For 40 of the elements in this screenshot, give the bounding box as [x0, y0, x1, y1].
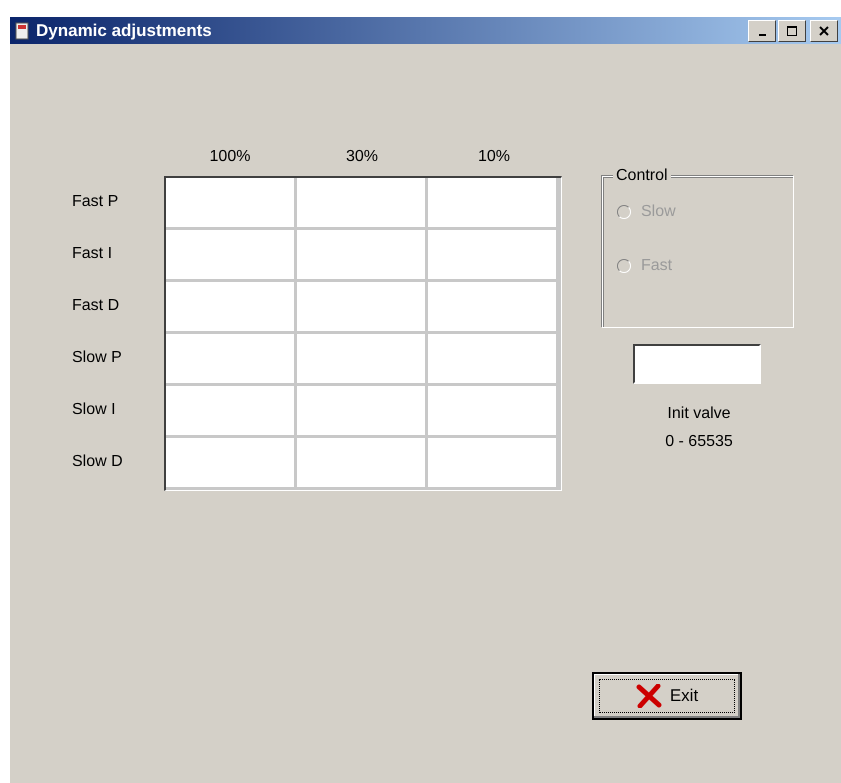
row-label: Fast I: [71, 244, 114, 264]
column-header: 100%: [208, 148, 252, 167]
grid-cell[interactable]: [297, 178, 425, 227]
grid-cell[interactable]: [297, 282, 425, 331]
maximize-icon: [786, 24, 798, 36]
column-header: 10%: [476, 148, 512, 167]
close-button[interactable]: [810, 20, 838, 42]
cross-icon: [636, 684, 662, 708]
grid-cell[interactable]: [166, 386, 294, 435]
grid-cell[interactable]: [166, 230, 294, 279]
grid-cell[interactable]: [166, 282, 294, 331]
grid-cell[interactable]: [428, 386, 556, 435]
app-icon: [14, 20, 30, 40]
row-label: Fast D: [71, 296, 120, 316]
grid-cell[interactable]: [428, 230, 556, 279]
init-valve-field[interactable]: [633, 344, 761, 384]
grid-cell[interactable]: [297, 386, 425, 435]
exit-button[interactable]: Exit: [592, 672, 742, 720]
minimize-button[interactable]: [748, 20, 776, 42]
grid-cell[interactable]: [297, 334, 425, 383]
row-label: Fast P: [71, 192, 120, 212]
grid-cell[interactable]: [428, 438, 556, 487]
grid-cell[interactable]: [428, 178, 556, 227]
window-title: Dynamic adjustments: [36, 20, 213, 40]
grid-cell[interactable]: [428, 334, 556, 383]
grid-cell[interactable]: [297, 230, 425, 279]
grid-cell[interactable]: [166, 438, 294, 487]
grid-cell[interactable]: [297, 438, 425, 487]
grid-cell[interactable]: [166, 178, 294, 227]
field-caption: 0 - 65535: [664, 432, 734, 452]
grid-cell[interactable]: [428, 282, 556, 331]
grid-cell[interactable]: [166, 334, 294, 383]
row-label: Slow P: [71, 348, 123, 368]
row-label: Slow I: [71, 400, 117, 420]
column-header: 30%: [344, 148, 380, 167]
row-label: Slow D: [71, 452, 124, 472]
close-icon: [819, 26, 829, 36]
field-caption: Init valve: [666, 404, 732, 424]
minimize-icon: [758, 34, 766, 36]
maximize-button[interactable]: [778, 20, 806, 42]
